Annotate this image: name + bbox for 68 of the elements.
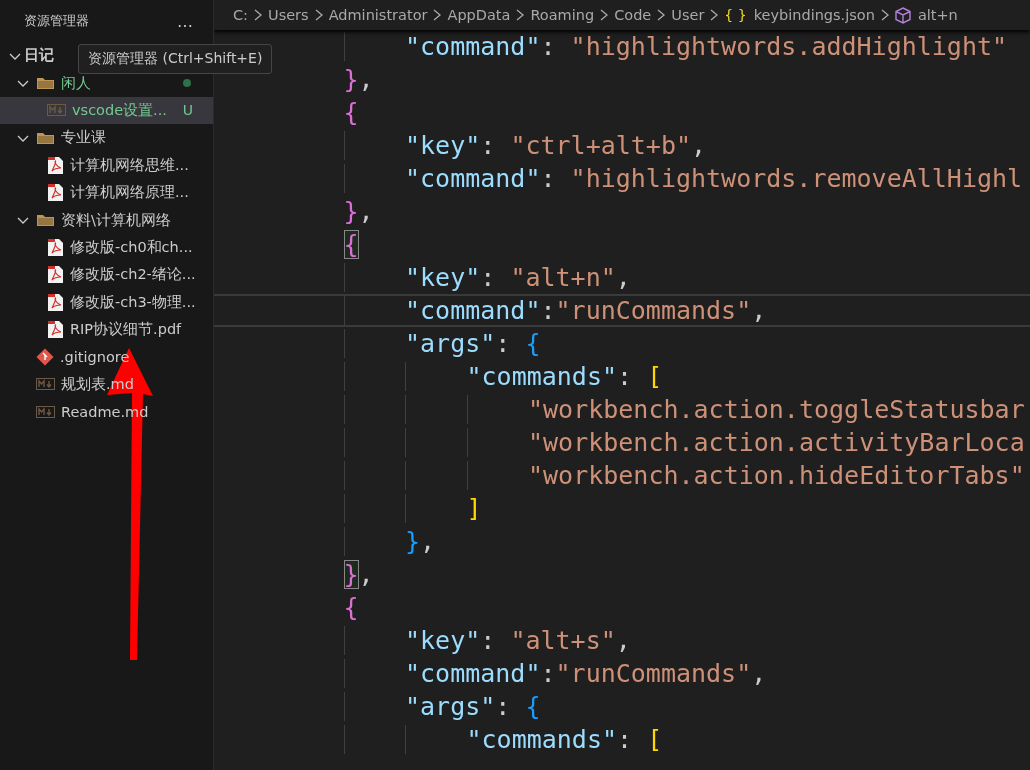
json-key: "args" bbox=[405, 692, 496, 721]
json-key: "args" bbox=[405, 329, 496, 358]
punctuation: , bbox=[751, 659, 767, 688]
item-label: 修改版-ch2-绪论... bbox=[70, 265, 196, 285]
bracket: [ bbox=[647, 725, 663, 754]
json-string: "runCommands" bbox=[555, 296, 752, 325]
punctuation: : bbox=[495, 692, 512, 721]
bracket: { bbox=[343, 593, 359, 622]
json-key: "command" bbox=[405, 32, 541, 61]
punctuation: : bbox=[617, 725, 634, 754]
json-string: "alt+s" bbox=[510, 626, 616, 655]
json-string: "workbench.action.toggleStatusbar bbox=[528, 395, 1025, 424]
item-label: RIP协议细节.pdf bbox=[70, 320, 182, 340]
sidebar-title: 资源管理器 bbox=[24, 12, 89, 30]
git-status: U bbox=[182, 102, 193, 119]
json-string: "workbench.action.hideEditorTabs" bbox=[528, 461, 1025, 490]
punctuation: : bbox=[495, 329, 512, 358]
tooltip: 资源管理器 (Ctrl+Shift+E) bbox=[78, 44, 273, 74]
item-label: 计算机网络思维... bbox=[70, 155, 189, 175]
json-string: "ctrl+alt+b" bbox=[510, 131, 691, 160]
item-label: 闲人 bbox=[61, 73, 91, 93]
json-key: "key" bbox=[405, 263, 481, 292]
punctuation: : bbox=[480, 626, 497, 655]
json-string: "highlightwords.removeAllHighl bbox=[570, 164, 1023, 193]
punctuation: : bbox=[480, 131, 497, 160]
punctuation: , bbox=[691, 131, 707, 160]
item-label: 计算机网络原理... bbox=[70, 183, 189, 203]
punctuation: : bbox=[617, 362, 634, 391]
punctuation: : bbox=[480, 263, 497, 292]
bracket: { bbox=[343, 98, 359, 127]
punctuation: , bbox=[751, 296, 767, 325]
json-string: "workbench.action.activityBarLoca bbox=[528, 428, 1025, 457]
bracket: { bbox=[343, 230, 359, 259]
bracket: { bbox=[525, 329, 541, 358]
punctuation: : bbox=[540, 32, 557, 61]
json-string: "alt+n" bbox=[510, 263, 616, 292]
bracket: } bbox=[343, 197, 359, 226]
punctuation: : bbox=[540, 659, 556, 688]
json-icon: { } bbox=[724, 7, 747, 23]
item-label: 日记 bbox=[24, 46, 54, 66]
json-key: "commands" bbox=[466, 725, 617, 754]
json-key: "key" bbox=[405, 131, 481, 160]
punctuation: , bbox=[615, 263, 631, 292]
item-label: 修改版-ch0和ch... bbox=[70, 237, 193, 257]
punctuation: , bbox=[358, 65, 374, 94]
json-key: "command" bbox=[405, 296, 541, 325]
json-key: "command" bbox=[405, 164, 541, 193]
punctuation: , bbox=[420, 527, 436, 556]
punctuation: , bbox=[358, 560, 374, 589]
punctuation: , bbox=[615, 626, 631, 655]
bracket: } bbox=[343, 65, 359, 94]
json-key: "command" bbox=[405, 659, 541, 688]
punctuation: , bbox=[358, 197, 374, 226]
punctuation: : bbox=[540, 296, 556, 325]
json-string: "runCommands" bbox=[555, 659, 752, 688]
item-label: 专业课 bbox=[61, 128, 106, 148]
item-label: 修改版-ch3-物理... bbox=[70, 292, 196, 312]
punctuation: : bbox=[540, 164, 557, 193]
bracket: } bbox=[405, 527, 421, 556]
json-string: "highlightwords.addHighlight" bbox=[570, 32, 1008, 61]
json-key: "key" bbox=[405, 626, 481, 655]
json-key: "commands" bbox=[466, 362, 617, 391]
bracket: ] bbox=[466, 494, 482, 523]
item-label: vscode设置... bbox=[72, 100, 167, 120]
bracket: { bbox=[525, 692, 541, 721]
bracket: } bbox=[343, 560, 359, 589]
bracket: [ bbox=[647, 362, 663, 391]
item-label: 资料\计算机网络 bbox=[61, 210, 171, 230]
